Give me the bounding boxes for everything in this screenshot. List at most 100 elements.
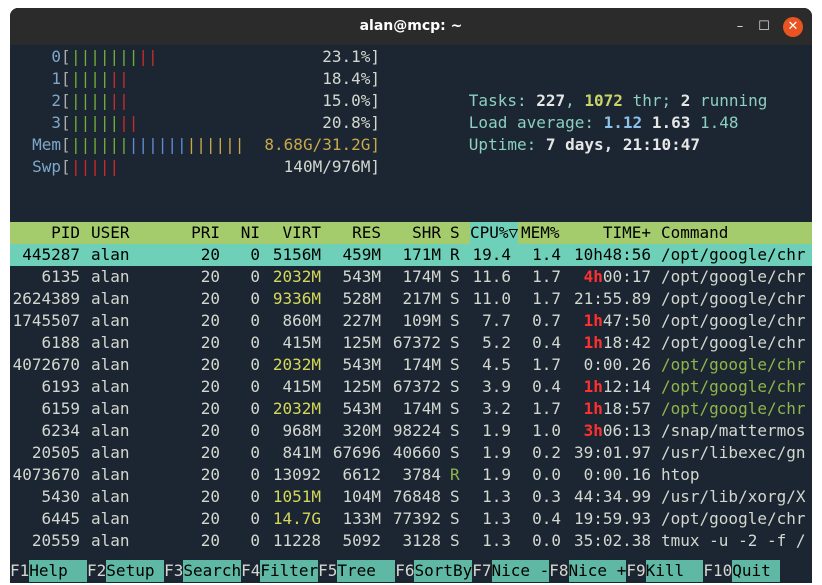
cell-cpu: 1.9 bbox=[482, 421, 511, 440]
fkey-f5[interactable]: F5 bbox=[318, 560, 337, 582]
cpu-meter-bar-kernel: || bbox=[109, 69, 129, 88]
cell-cpu: 11.0 bbox=[472, 289, 511, 308]
fkey-f6[interactable]: F6 bbox=[395, 560, 414, 582]
cpu-meter-value: 20.8%] bbox=[322, 113, 380, 132]
cell-pid: 445287 bbox=[22, 245, 80, 264]
col-user[interactable]: USER bbox=[91, 222, 130, 244]
fkey-f1-label[interactable]: Help bbox=[29, 560, 88, 582]
table-row[interactable]: 6234 alan 20 0 968M 320M 98224 S 1.9 1.0 3h06:13/s… bbox=[10, 420, 812, 442]
table-row[interactable]: 20559 alan 20 0 11228 5092 3128 S 1.3 0.0 35:02.38… bbox=[10, 530, 812, 552]
col-pid[interactable]: PID bbox=[10, 222, 80, 244]
tasks-line: Tasks: 227, 1072 thr; 2 running bbox=[468, 91, 768, 110]
fkey-f3[interactable]: F3 bbox=[164, 560, 183, 582]
fkey-f10[interactable]: F10 bbox=[703, 560, 732, 582]
col-time[interactable]: TIME+ bbox=[571, 222, 651, 244]
process-table-header[interactable]: PID USER PRI NI VIRT RES SHR S CPU%▽ MEM… bbox=[10, 222, 812, 244]
col-cpu[interactable]: CPU%▽ bbox=[470, 222, 519, 244]
fkey-f8-label[interactable]: Nice + bbox=[568, 560, 627, 582]
cell-shr: 174M bbox=[402, 399, 441, 418]
table-row[interactable]: 1745507 alan 20 0 860M 227M 109M S 7.7 0.7 1h47:50… bbox=[10, 310, 812, 332]
cell-command: /usr/libexec/gn bbox=[661, 443, 806, 462]
col-mem[interactable]: MEM% bbox=[521, 222, 560, 244]
cell-pid: 4073670 bbox=[12, 465, 80, 484]
table-row[interactable]: 6193 alan 20 0 415M 125M 67372 S 3.9 0.4 1h12:14/o… bbox=[10, 376, 812, 398]
cell-user: alan bbox=[91, 443, 130, 462]
cell-pid: 1745507 bbox=[12, 311, 80, 330]
cell-time-hours: 4h bbox=[583, 267, 603, 286]
cell-command: tmux -u -2 -f / bbox=[661, 531, 806, 550]
fkey-f5-label[interactable]: Tree bbox=[337, 560, 396, 582]
cell-ni: 0 bbox=[250, 487, 260, 506]
title-bar[interactable]: alan@mcp: ~ – ☐ ✕ bbox=[10, 8, 812, 45]
fkey-f4-label[interactable]: Filter bbox=[260, 560, 319, 582]
col-pri[interactable]: PRI bbox=[180, 222, 220, 244]
cell-pri: 20 bbox=[200, 289, 220, 308]
cell-cpu: 7.7 bbox=[482, 311, 511, 330]
fkey-f9-label[interactable]: Kill bbox=[645, 560, 704, 582]
meter-bracket-open: [ bbox=[61, 69, 71, 88]
cell-command: /snap/mattermos bbox=[661, 421, 806, 440]
cell-virt: 11228 bbox=[272, 531, 321, 550]
fkey-f2-label[interactable]: Setup bbox=[106, 560, 165, 582]
col-state[interactable]: S bbox=[450, 222, 460, 244]
minimize-icon[interactable]: – bbox=[730, 17, 750, 37]
col-res[interactable]: RES bbox=[325, 222, 381, 244]
table-row[interactable]: 6188 alan 20 0 415M 125M 67372 S 5.2 0.4 1h18:42/o… bbox=[10, 332, 812, 354]
cell-time-hours: 10h48:56 bbox=[573, 245, 651, 264]
cell-res: 6612 bbox=[342, 465, 381, 484]
col-shr[interactable]: SHR bbox=[385, 222, 441, 244]
col-ni[interactable]: NI bbox=[230, 222, 260, 244]
swp-meter-bar: ||||| bbox=[71, 157, 120, 176]
fkey-f7-label[interactable]: Nice - bbox=[491, 560, 550, 582]
meter-bracket-open: [ bbox=[61, 135, 71, 154]
cell-s: S bbox=[450, 289, 460, 308]
cpu-meter-bar-kernel: || bbox=[138, 47, 158, 66]
fkey-f9[interactable]: F9 bbox=[626, 560, 645, 582]
meter-bracket-open: [ bbox=[61, 113, 71, 132]
cell-time: 0:00.16 bbox=[571, 464, 651, 486]
col-command[interactable]: Command bbox=[661, 222, 728, 244]
fkey-f8[interactable]: F8 bbox=[549, 560, 568, 582]
table-row[interactable]: 445287 alan 20 0 5156M 459M 171M R 19.4 1.4 10h48:… bbox=[10, 244, 812, 266]
table-row[interactable]: 6445 alan 20 0 14.7G 133M 77392 S 1.3 0.4 19:59.93… bbox=[10, 508, 812, 530]
table-row[interactable]: 4073670 alan 20 0 13092 6612 3784 R 1.9 0.0 0:00.1… bbox=[10, 464, 812, 486]
cell-command: /opt/google/chr bbox=[661, 245, 806, 264]
cell-ni: 0 bbox=[250, 377, 260, 396]
cpu-meter-bar-normal: ||||| bbox=[71, 113, 120, 132]
cell-user: alan bbox=[91, 267, 130, 286]
mem-cache-bar: |||||| bbox=[186, 135, 245, 154]
fkey-f2[interactable]: F2 bbox=[87, 560, 106, 582]
fkey-f1[interactable]: F1 bbox=[10, 560, 29, 582]
meter-bracket-open: [ bbox=[61, 91, 71, 110]
cpu-meter-bar-kernel: || bbox=[119, 113, 139, 132]
fkey-f7[interactable]: F7 bbox=[472, 560, 491, 582]
cell-ni: 0 bbox=[250, 289, 260, 308]
fkey-f3-label[interactable]: Search bbox=[183, 560, 242, 582]
table-row[interactable]: 5430 alan 20 0 1051M 104M 76848 S 1.3 0.3 44:34.99… bbox=[10, 486, 812, 508]
table-row[interactable]: 6135 alan 20 0 2032M 543M 174M S 11.6 1.7 4h00:17 /… bbox=[10, 266, 812, 288]
cell-pid: 2624389 bbox=[12, 289, 80, 308]
fkey-f10-label[interactable]: Quit bbox=[732, 560, 781, 582]
col-virt[interactable]: VIRT bbox=[265, 222, 321, 244]
table-row[interactable]: 2624389 alan 20 0 9336M 528M 217M S 11.0 1.7 21:55… bbox=[10, 288, 812, 310]
cell-time: 0:00.26 bbox=[571, 354, 651, 376]
cell-command: /opt/google/chr bbox=[661, 333, 806, 352]
htop-screen[interactable]: 0[||||||| || 23.1%] 1[|||| || 18.4%] 2[|||| || 1… bbox=[10, 46, 812, 583]
cell-res: 459M bbox=[342, 245, 381, 264]
cell-mem: 1.7 bbox=[532, 289, 561, 308]
cell-cpu: 4.5 bbox=[482, 355, 511, 374]
cell-time: 35:02.38 bbox=[571, 530, 651, 552]
maximize-icon[interactable]: ☐ bbox=[754, 17, 774, 37]
table-row[interactable]: 6159 alan 20 0 2032M 543M 174M S 3.2 1.7 1h18:57/o… bbox=[10, 398, 812, 420]
cell-command: /opt/google/chr bbox=[661, 509, 806, 528]
fkey-f4[interactable]: F4 bbox=[241, 560, 260, 582]
close-icon[interactable]: ✕ bbox=[783, 17, 803, 37]
table-row[interactable]: 4072670 alan 20 0 2032M 543M 174M S 4.5 1.7 0:00.2… bbox=[10, 354, 812, 376]
fkey-f6-label[interactable]: SortBy bbox=[414, 560, 473, 582]
cell-pri: 20 bbox=[200, 443, 220, 462]
cell-time-rest: 19:59.93 bbox=[573, 509, 651, 528]
cell-virt: 2032M bbox=[272, 355, 321, 374]
table-row[interactable]: 20505 alan 20 0 841M 67696 40660 S 1.9 0.2 39:01.9… bbox=[10, 442, 812, 464]
cell-virt: 860M bbox=[282, 311, 321, 330]
meter-bracket-open: [ bbox=[61, 157, 71, 176]
